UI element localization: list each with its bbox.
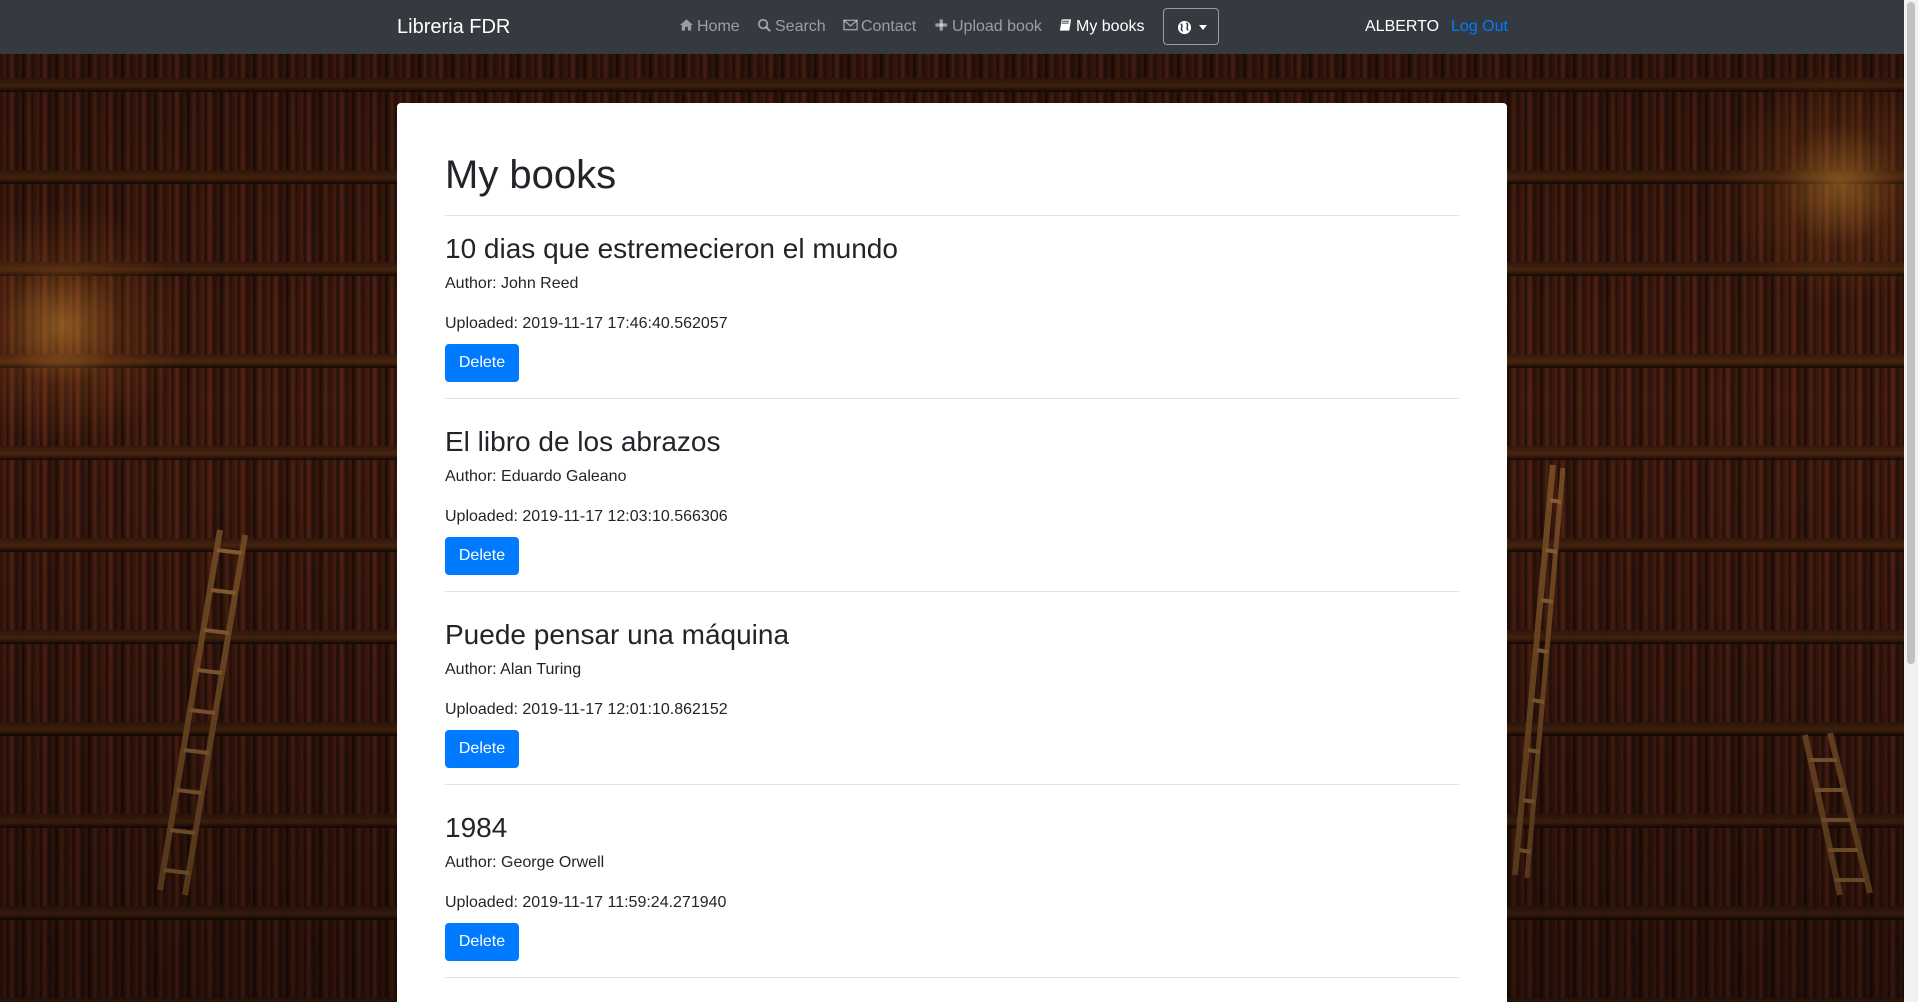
book-author: Author: George Orwell [445, 854, 605, 871]
brand-link[interactable]: Libreria FDR [397, 14, 510, 40]
nav-search-label: Search [775, 18, 826, 35]
nav-home-label: Home [697, 18, 740, 35]
book-author: Author: Eduardo Galeano [445, 468, 627, 485]
book-uploaded-date: Uploaded: 2019-11-17 17:46:40.562057 [445, 315, 728, 332]
ladder-right-image [1512, 464, 1565, 879]
book-divider [445, 977, 1459, 978]
page-title: My books [445, 153, 617, 197]
nav-search[interactable]: Search [757, 17, 826, 37]
delete-button[interactable]: Delete [445, 344, 519, 382]
my-books-card: My books 10 dias que estremecieron el mu… [397, 103, 1507, 1002]
ladder-left-image [157, 529, 248, 896]
language-dropdown-button[interactable] [1163, 8, 1219, 45]
delete-button[interactable]: Delete [445, 537, 519, 575]
book-divider [445, 591, 1459, 592]
nav-contact-label: Contact [861, 18, 917, 35]
book-uploaded-date: Uploaded: 2019-11-17 12:01:10.862152 [445, 701, 728, 718]
book-item: El libro de los abrazos Author: Eduardo … [445, 425, 1459, 618]
delete-button[interactable]: Delete [445, 730, 519, 768]
nav-contact[interactable]: Contact [843, 17, 916, 37]
chevron-down-icon [1199, 25, 1207, 30]
ladder-far-right-image [1802, 732, 1873, 896]
book-author: Author: John Reed [445, 275, 579, 292]
nav-upload-book[interactable]: Upload book [934, 17, 1042, 37]
book-item: Puede pensar una máquina Author: Alan Tu… [445, 618, 1459, 811]
plus-icon [935, 19, 948, 31]
scrollbar-thumb[interactable] [1907, 2, 1915, 664]
book-icon [1059, 19, 1072, 31]
nav-my-books[interactable]: My books [1058, 17, 1144, 37]
logout-link[interactable]: Log Out [1451, 17, 1508, 37]
home-icon [679, 19, 694, 31]
book-title: El libro de los abrazos [445, 426, 721, 457]
book-author: Author: Alan Turing [445, 661, 582, 678]
nav-upload-book-label: Upload book [952, 18, 1042, 35]
book-item: 1984 Author: George Orwell Uploaded: 201… [445, 811, 1459, 1002]
book-item: 10 dias que estremecieron el mundo Autho… [445, 232, 1459, 425]
book-uploaded-date: Uploaded: 2019-11-17 11:59:24.271940 [445, 894, 727, 911]
page-scrollbar[interactable] [1904, 0, 1918, 1002]
book-divider [445, 784, 1459, 785]
delete-button[interactable]: Delete [445, 923, 519, 961]
book-divider [445, 398, 1459, 399]
search-icon [757, 18, 771, 32]
nav-my-books-label: My books [1076, 18, 1145, 35]
envelope-icon [843, 19, 858, 31]
nav-home[interactable]: Home [679, 17, 740, 37]
top-navbar: Libreria FDR Home Search Contact Upload … [0, 0, 1904, 54]
book-title: 1984 [445, 812, 508, 843]
title-divider [445, 215, 1459, 216]
username-label: ALBERTO [1365, 18, 1440, 35]
book-title: 10 dias que estremecieron el mundo [445, 233, 898, 264]
book-title: Puede pensar una máquina [445, 619, 790, 650]
globe-icon [1177, 20, 1192, 35]
book-uploaded-date: Uploaded: 2019-11-17 12:03:10.566306 [445, 508, 728, 525]
